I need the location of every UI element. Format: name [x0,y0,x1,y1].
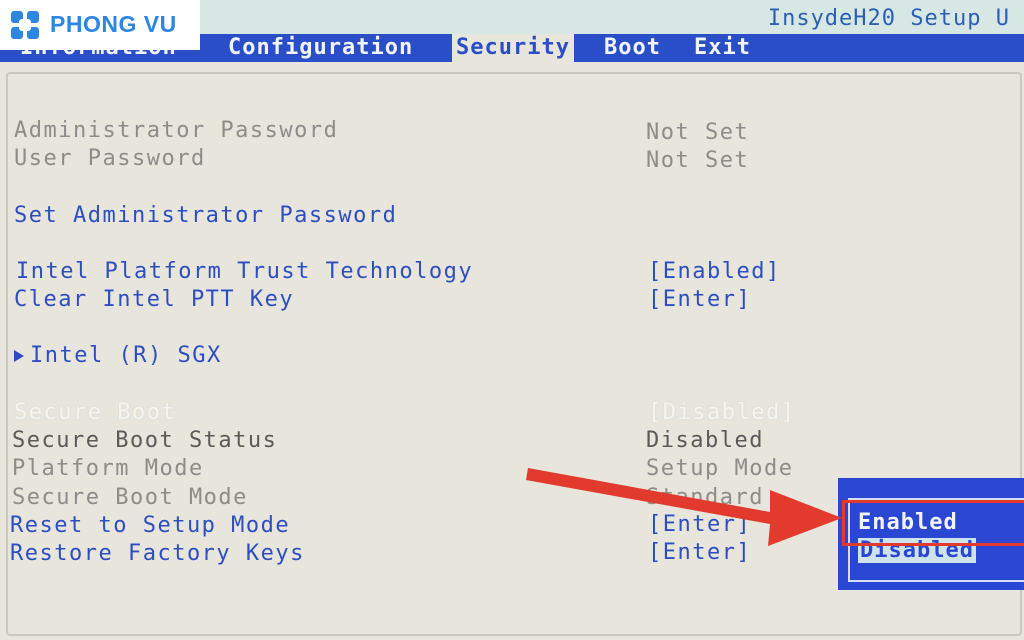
admin-password-label: Administrator Password [14,118,339,143]
admin-password-value: Not Set [646,120,750,145]
clear-ptt-value[interactable]: [Enter] [648,287,751,312]
user-password-value: Not Set [646,148,750,173]
submenu-arrow-icon [14,350,24,362]
brand-logo: PHONG VU [0,0,200,50]
secure-boot-mode-label: Secure Boot Mode [12,485,248,510]
clear-ptt-label[interactable]: Clear Intel PTT Key [14,287,294,312]
secure-boot-status-label: Secure Boot Status [12,428,278,453]
intel-ptt-value[interactable]: [Enabled] [648,259,781,284]
intel-sgx-label: Intel (R) SGX [30,343,222,368]
user-password-label: User Password [14,146,206,171]
intel-ptt-label[interactable]: Intel Platform Trust Technology [16,259,473,284]
reset-setup-mode-label[interactable]: Reset to Setup Mode [10,513,290,538]
bios-screen: InsydeH20 Setup U Information Configurat… [0,0,1024,640]
phongvu-logo-icon [11,11,39,39]
logo-text: PHONG VU [50,11,177,37]
platform-mode-label: Platform Mode [12,456,204,481]
menu-security[interactable]: Security [452,34,574,62]
restore-factory-keys-label[interactable]: Restore Factory Keys [10,541,305,566]
intel-sgx-item[interactable]: Intel (R) SGX [14,343,222,368]
annotation-arrow-icon [526,468,842,546]
app-title: InsydeH20 Setup U [767,6,1010,31]
set-admin-password-item[interactable]: Set Administrator Password [14,203,397,228]
secure-boot-label[interactable]: Secure Boot [14,400,176,425]
annotation-highlight-box [842,500,1024,546]
secure-boot-status-value: Disabled [646,428,764,453]
menu-configuration[interactable]: Configuration [228,34,413,62]
menu-boot[interactable]: Boot [604,34,661,62]
secure-boot-value[interactable]: [Disabled] [648,400,795,425]
menu-exit[interactable]: Exit [694,34,751,62]
